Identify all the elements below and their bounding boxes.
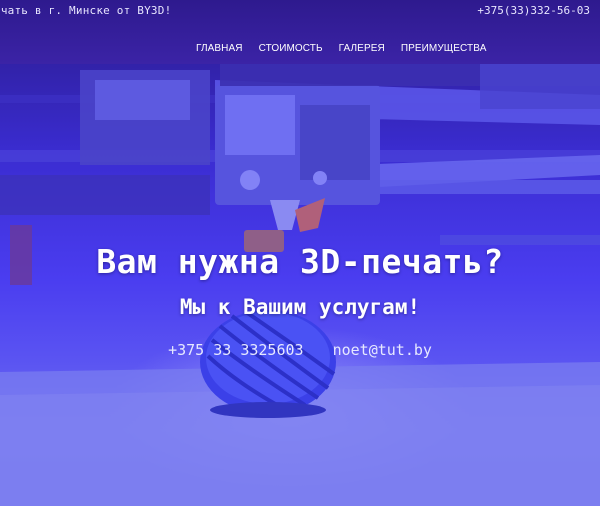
nav-item-home[interactable]: ГЛАВНАЯ xyxy=(196,43,243,54)
page: ечать в г. Минске от BY3D! +375(33)332-5… xyxy=(0,0,600,506)
nav-item-advantages[interactable]: ПРЕИМУЩЕСТВА xyxy=(401,43,487,54)
hero-phone-link[interactable]: +375 33 3325603 xyxy=(168,341,303,359)
top-bar: ечать в г. Минске от BY3D! +375(33)332-5… xyxy=(0,0,600,64)
hero-contacts: +375 33 3325603 noet@tut.by xyxy=(0,341,600,359)
hero-subheadline: Мы к Вашим услугам! xyxy=(179,295,421,319)
header-phone-number[interactable]: +375(33)332-56-03 xyxy=(477,4,590,17)
main-nav: ГЛАВНАЯ СТОИМОСТЬ ГАЛЕРЕЯ ПРЕИМУЩЕСТВА xyxy=(196,43,502,54)
hero-email-link[interactable]: noet@tut.by xyxy=(333,341,432,359)
hero-headline: Вам нужна 3D-печать? xyxy=(96,242,504,281)
nav-item-pricing[interactable]: СТОИМОСТЬ xyxy=(259,43,323,54)
nav-item-gallery[interactable]: ГАЛЕРЕЯ xyxy=(339,43,385,54)
site-tagline: ечать в г. Минске от BY3D! xyxy=(0,4,172,17)
